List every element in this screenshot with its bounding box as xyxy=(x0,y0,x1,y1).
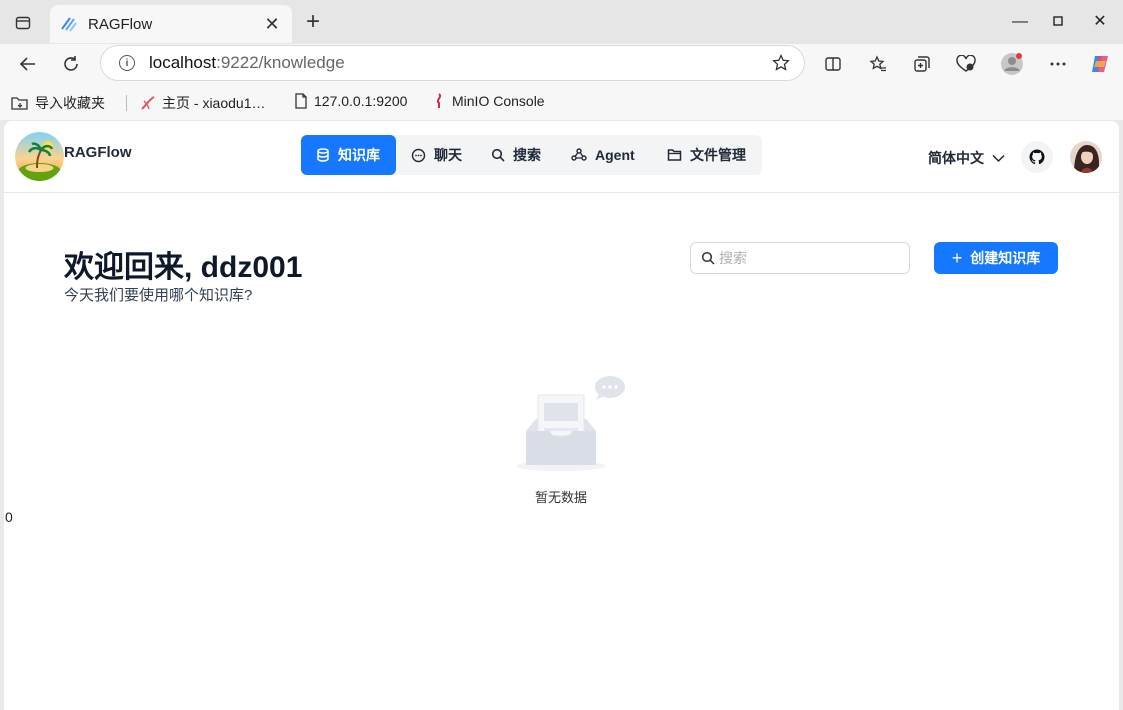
empty-state-text: 暂无数据 xyxy=(534,490,587,505)
app-header: RAGFlow 知识库 聊天 搜索 Agent 文件管理 简体中文 xyxy=(4,121,1119,193)
site-info-icon[interactable]: i xyxy=(119,55,135,71)
folder-icon xyxy=(667,149,682,161)
welcome-subtitle: 今天我们要使用哪个知识库? xyxy=(64,287,253,304)
profile-icon[interactable] xyxy=(998,51,1026,77)
address-bar[interactable]: i localhost :9222/knowledge xyxy=(100,45,805,81)
refresh-icon[interactable] xyxy=(57,51,85,77)
url-path: :9222/knowledge xyxy=(216,53,345,72)
nav-search[interactable]: 搜索 xyxy=(491,135,541,175)
split-screen-icon[interactable] xyxy=(819,51,847,77)
copilot-icon[interactable] xyxy=(1086,51,1114,77)
bookmark-xiaodu[interactable]: 主页 - xiaodu1… xyxy=(140,93,265,113)
sidebar-toggle-icon[interactable] xyxy=(12,12,34,34)
search-placeholder: 搜索 xyxy=(719,250,747,266)
bookmark-divider xyxy=(126,95,127,111)
favorite-star-icon[interactable] xyxy=(772,53,790,77)
close-tab-icon[interactable]: ✕ xyxy=(262,15,282,33)
title-bar: RAGFlow ✕ + — ✕ xyxy=(0,0,1123,44)
database-icon xyxy=(317,148,329,162)
plus-icon: + xyxy=(951,248,963,268)
ragflow-logo[interactable] xyxy=(15,132,64,181)
close-window-icon[interactable]: ✕ xyxy=(1087,9,1113,35)
nav-chat[interactable]: 聊天 xyxy=(411,135,462,175)
user-avatar[interactable] xyxy=(1070,141,1102,173)
site-favicon xyxy=(141,96,155,110)
favorites-icon[interactable] xyxy=(864,51,892,77)
bookmarks-bar: 导入收藏夹 主页 - xiaodu1… 127.0.0.1:9200 MinIO… xyxy=(0,84,1123,120)
import-folder-icon xyxy=(11,97,28,110)
chat-icon xyxy=(411,148,426,162)
browser-essentials-icon[interactable] xyxy=(952,51,980,77)
github-icon[interactable] xyxy=(1021,141,1053,173)
search-icon xyxy=(701,251,715,265)
maximize-icon[interactable] xyxy=(1045,9,1071,35)
search-icon xyxy=(491,148,505,162)
collections-icon[interactable] xyxy=(908,51,936,77)
bookmark-localhost-9200[interactable]: 127.0.0.1:9200 xyxy=(294,93,407,109)
chevron-down-icon xyxy=(992,154,1005,162)
empty-state-icon xyxy=(514,373,626,475)
nav-agent[interactable]: Agent xyxy=(571,135,635,175)
welcome-title: 欢迎回来, ddz001 xyxy=(64,251,303,284)
nav-file-management[interactable]: 文件管理 xyxy=(667,135,746,175)
minimize-icon[interactable]: — xyxy=(1007,9,1033,35)
agent-icon xyxy=(571,148,587,161)
page-icon xyxy=(295,93,307,109)
bookmark-import[interactable]: 导入收藏夹 xyxy=(11,93,105,113)
browser-tab[interactable]: RAGFlow ✕ xyxy=(50,5,292,43)
more-options-icon[interactable] xyxy=(1044,51,1072,77)
bookmark-minio[interactable]: MinIO Console xyxy=(432,93,545,109)
create-knowledge-base-button[interactable]: + 创建知识库 xyxy=(934,242,1058,274)
minio-icon xyxy=(436,93,442,108)
navigation-bar: i localhost :9222/knowledge xyxy=(0,44,1123,84)
language-selector[interactable]: 简体中文 xyxy=(928,148,1005,168)
back-icon[interactable] xyxy=(14,51,42,77)
nav-knowledge-base[interactable]: 知识库 xyxy=(301,135,396,175)
main-nav: 知识库 聊天 搜索 Agent 文件管理 xyxy=(301,135,762,175)
tab-title: RAGFlow xyxy=(88,15,153,33)
web-page: RAGFlow 知识库 聊天 搜索 Agent 文件管理 简体中文 欢迎回来, … xyxy=(4,121,1119,710)
ragflow-favicon-icon xyxy=(61,17,77,32)
knowledge-search-input[interactable]: 搜索 xyxy=(690,242,910,274)
new-tab-icon[interactable]: + xyxy=(300,10,326,36)
item-count: 0 xyxy=(5,509,13,525)
brand-name: RAGFlow xyxy=(64,144,132,161)
url-host: localhost xyxy=(149,53,217,72)
